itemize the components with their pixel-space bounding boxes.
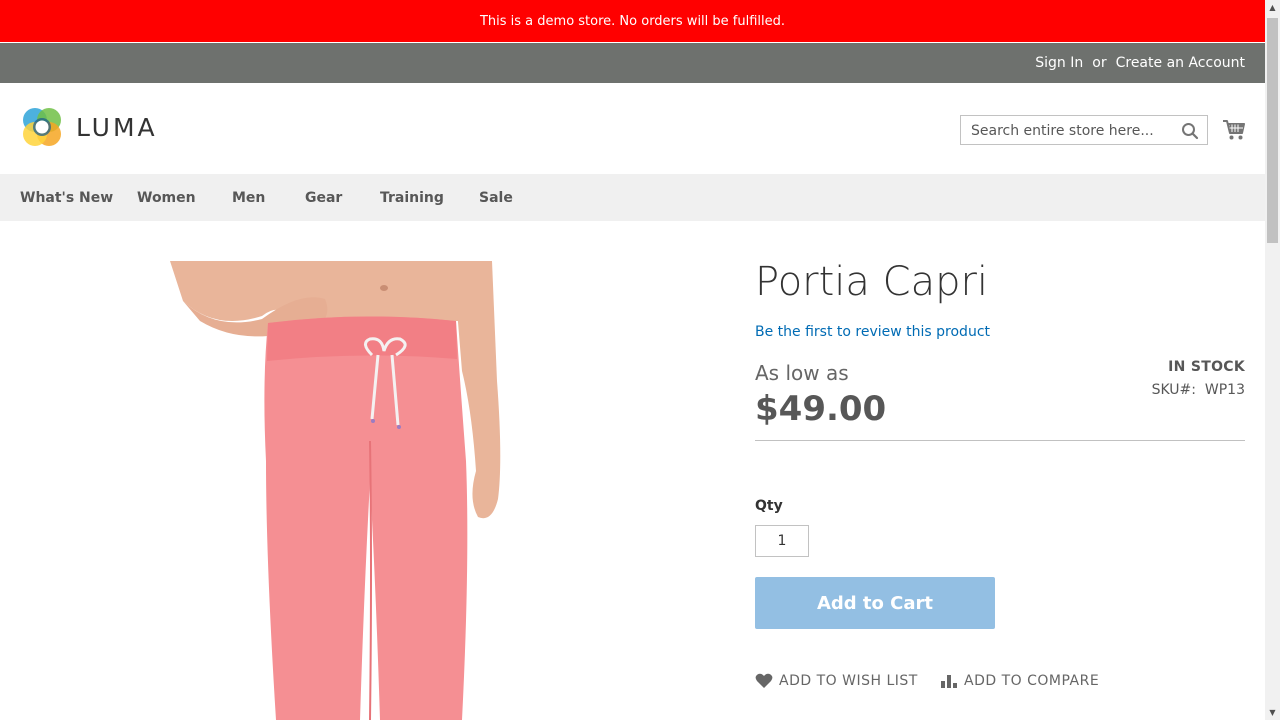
product-title: Portia Capri: [755, 259, 989, 305]
nav-item-training[interactable]: Training: [380, 174, 444, 221]
luma-logo[interactable]: LUMA: [20, 105, 158, 149]
nav-item-gear[interactable]: Gear: [305, 174, 342, 221]
review-link[interactable]: Be the first to review this product: [755, 324, 990, 340]
top-bar: Sign In or Create an Account: [0, 43, 1265, 83]
qty-label: Qty: [755, 498, 783, 514]
scroll-up-arrow-icon[interactable]: ▲: [1265, 0, 1280, 15]
as-low-as-label: As low as: [755, 361, 849, 385]
divider: [755, 440, 1245, 441]
search-input[interactable]: [969, 117, 1183, 145]
search-icon[interactable]: [1181, 122, 1199, 140]
main-navigation: What's New Women Men Gear Training Sale: [0, 174, 1265, 221]
nav-item-men[interactable]: Men: [232, 174, 265, 221]
nav-item-whats-new[interactable]: What's New: [20, 174, 113, 221]
sku-value: WP13: [1204, 382, 1245, 398]
create-account-link[interactable]: Create an Account: [1116, 55, 1245, 71]
product-image[interactable]: [0, 261, 715, 720]
demo-store-banner: This is a demo store. No orders will be …: [0, 0, 1265, 42]
sign-in-link[interactable]: Sign In: [1035, 55, 1083, 71]
demo-store-notice: This is a demo store. No orders will be …: [479, 13, 786, 29]
nav-item-women[interactable]: Women: [137, 174, 196, 221]
product-gallery: [0, 261, 715, 720]
nav-item-sale[interactable]: Sale: [479, 174, 513, 221]
heart-icon: [755, 673, 773, 688]
compare-label: Add to Compare: [964, 673, 1100, 689]
scroll-down-arrow-icon[interactable]: ▼: [1265, 705, 1280, 720]
add-to-compare-link[interactable]: Add to Compare: [940, 673, 1099, 689]
site-header: LUMA: [0, 83, 1265, 174]
product-price: $49.00: [755, 389, 887, 429]
logo-text: LUMA: [76, 112, 158, 142]
cart-icon[interactable]: [1222, 119, 1246, 141]
wish-list-label: Add to Wish List: [779, 673, 918, 689]
sku: SKU#: WP13: [1152, 382, 1245, 398]
add-to-cart-button[interactable]: Add to Cart: [755, 577, 995, 629]
add-to-wish-list-link[interactable]: Add to Wish List: [755, 673, 918, 689]
search-box: [960, 115, 1208, 145]
compare-bars-icon: [941, 675, 957, 688]
account-links: Sign In or Create an Account: [1035, 43, 1245, 83]
stock-status: IN STOCK: [1168, 359, 1245, 375]
luma-logo-icon: [23, 108, 61, 146]
sku-label: SKU#:: [1151, 382, 1196, 398]
qty-input[interactable]: [755, 525, 809, 557]
or-separator: or: [1092, 55, 1107, 71]
scrollbar-thumb[interactable]: [1267, 18, 1278, 243]
vertical-scrollbar[interactable]: ▲ ▼: [1265, 0, 1280, 720]
